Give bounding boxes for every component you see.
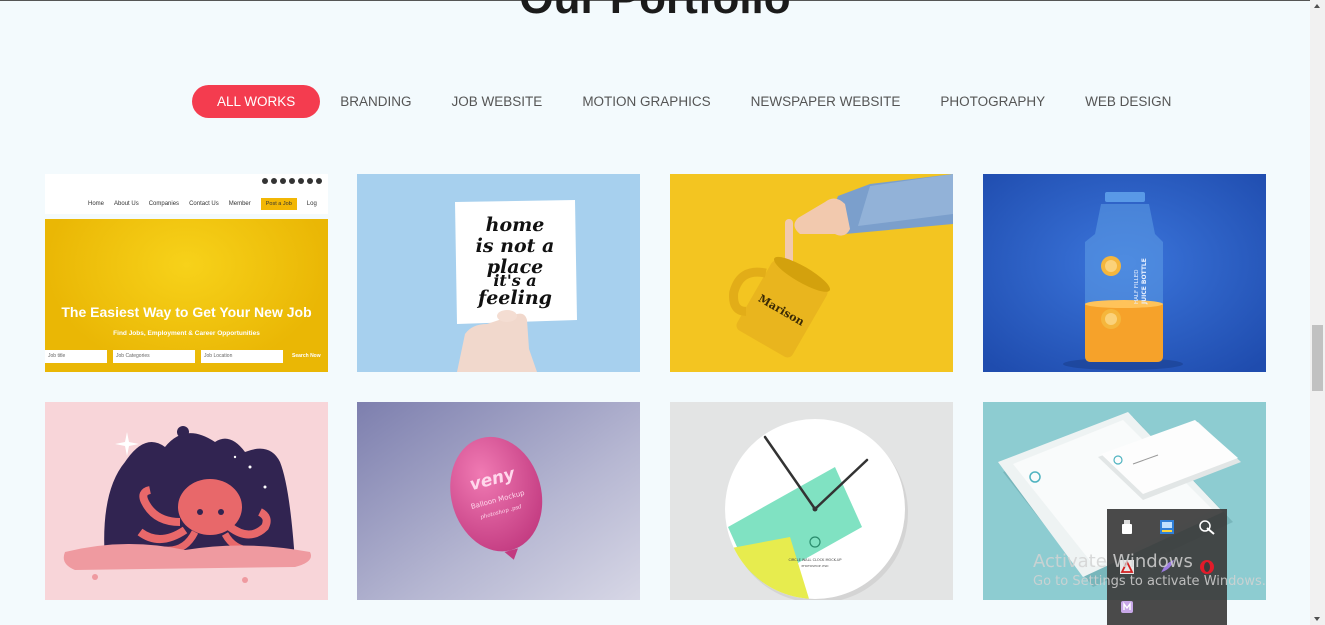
card-line: feeling	[476, 287, 552, 309]
filter-photography[interactable]: PHOTOGRAPHY	[920, 85, 1065, 118]
usb-drive-icon[interactable]	[1119, 519, 1135, 535]
activation-subtitle: Go to Settings to activate Windows.	[1033, 574, 1266, 589]
filter-branding[interactable]: BRANDING	[320, 85, 431, 118]
portfolio-filter-bar: ALL WORKS BRANDING JOB WEBSITE MOTION GR…	[192, 85, 1191, 118]
social-icon	[307, 178, 313, 184]
portfolio-item-balloon[interactable]: veny Balloon Mockup photoshop .psd	[357, 402, 640, 600]
mockup-field-location: Job Location	[201, 350, 283, 363]
activation-title: Activate Windows	[1033, 551, 1193, 572]
portfolio-item-job-website[interactable]: Home About Us Companies Contact Us Membe…	[45, 174, 328, 372]
mockup-search-button: Search Now	[289, 350, 328, 363]
portfolio-item-bottle[interactable]: HALF FILLED JUICE BOTTLE	[983, 174, 1266, 372]
app-tray-icon[interactable]	[1119, 599, 1135, 615]
portfolio-item-lettering-card[interactable]: home is not a place it's a feeling	[357, 174, 640, 372]
portfolio-item-mug[interactable]: Marison	[670, 174, 953, 372]
bottle-image: HALF FILLED JUICE BOTTLE	[983, 174, 1266, 372]
mockup-field-category: Job Categories	[113, 350, 195, 363]
social-icon	[280, 178, 286, 184]
social-icon	[289, 178, 295, 184]
mockup-nav-item: About Us	[114, 201, 139, 207]
filter-newspaper-website[interactable]: NEWSPAPER WEBSITE	[731, 85, 921, 118]
card-line: home	[486, 214, 545, 236]
pen-tool-icon[interactable]	[1199, 519, 1215, 535]
social-icon	[298, 178, 304, 184]
scroll-up-arrow-icon[interactable]	[1314, 4, 1320, 8]
network-monitor-icon[interactable]	[1159, 519, 1175, 535]
bottle-label: JUICE BOTTLE	[1141, 258, 1148, 305]
octopus-image	[45, 402, 328, 600]
mockup-nav-item: Contact Us	[189, 201, 219, 207]
clock-image: CIRCLE WALL CLOCK MOCK-UP PHOTOSHOP .PSD	[670, 402, 953, 600]
scroll-down-arrow-icon[interactable]	[1314, 617, 1320, 621]
social-icon	[262, 178, 268, 184]
mockup-nav-item: Member	[228, 201, 251, 207]
scrollbar-thumb[interactable]	[1312, 325, 1323, 391]
clock-label: PHOTOSHOP .PSD	[802, 564, 830, 568]
mockup-field-title: Job title	[45, 350, 107, 363]
card-line: is not a	[476, 235, 555, 257]
mockup-headline: The Easiest Way to Get Your New Job	[61, 304, 312, 320]
social-icon	[271, 178, 277, 184]
social-icons	[262, 178, 322, 184]
filter-all-works[interactable]: ALL WORKS	[192, 85, 321, 118]
mockup-login: Log	[306, 201, 317, 207]
mockup-post-button: Post a Job	[260, 198, 297, 210]
page-scrollbar[interactable]	[1310, 0, 1325, 625]
filter-motion-graphics[interactable]: MOTION GRAPHICS	[562, 85, 730, 118]
windows-activation-watermark: Activate Windows Go to Settings to activ…	[1033, 551, 1266, 589]
portfolio-item-clock[interactable]: CIRCLE WALL CLOCK MOCK-UP PHOTOSHOP .PSD	[670, 402, 953, 600]
filter-web-design[interactable]: WEB DESIGN	[1065, 85, 1191, 118]
social-icon	[316, 178, 322, 184]
mockup-search-form: Job title Job Categories Job Location Se…	[45, 350, 328, 363]
filter-job-website[interactable]: JOB WEBSITE	[432, 85, 563, 118]
mockup-header: Home About Us Companies Contact Us Membe…	[45, 174, 328, 214]
bottle-label: HALF FILLED	[1134, 270, 1140, 305]
balloon-image: veny Balloon Mockup photoshop .psd	[357, 402, 640, 600]
mockup-nav-item: Home	[88, 201, 105, 207]
lettering-card-image: home is not a place it's a feeling	[357, 174, 640, 372]
mockup-subline: Find Jobs, Employment & Career Opportuni…	[113, 330, 260, 337]
section-title: Our Portfolio	[0, 0, 1310, 24]
portfolio-item-octopus-illustration[interactable]	[45, 402, 328, 600]
mug-image: Marison	[670, 174, 953, 372]
mockup-nav: Home About Us Companies Contact Us Membe…	[88, 198, 317, 210]
mockup-nav-item: Companies	[148, 201, 180, 207]
clock-label: CIRCLE WALL CLOCK MOCK-UP	[788, 558, 841, 562]
